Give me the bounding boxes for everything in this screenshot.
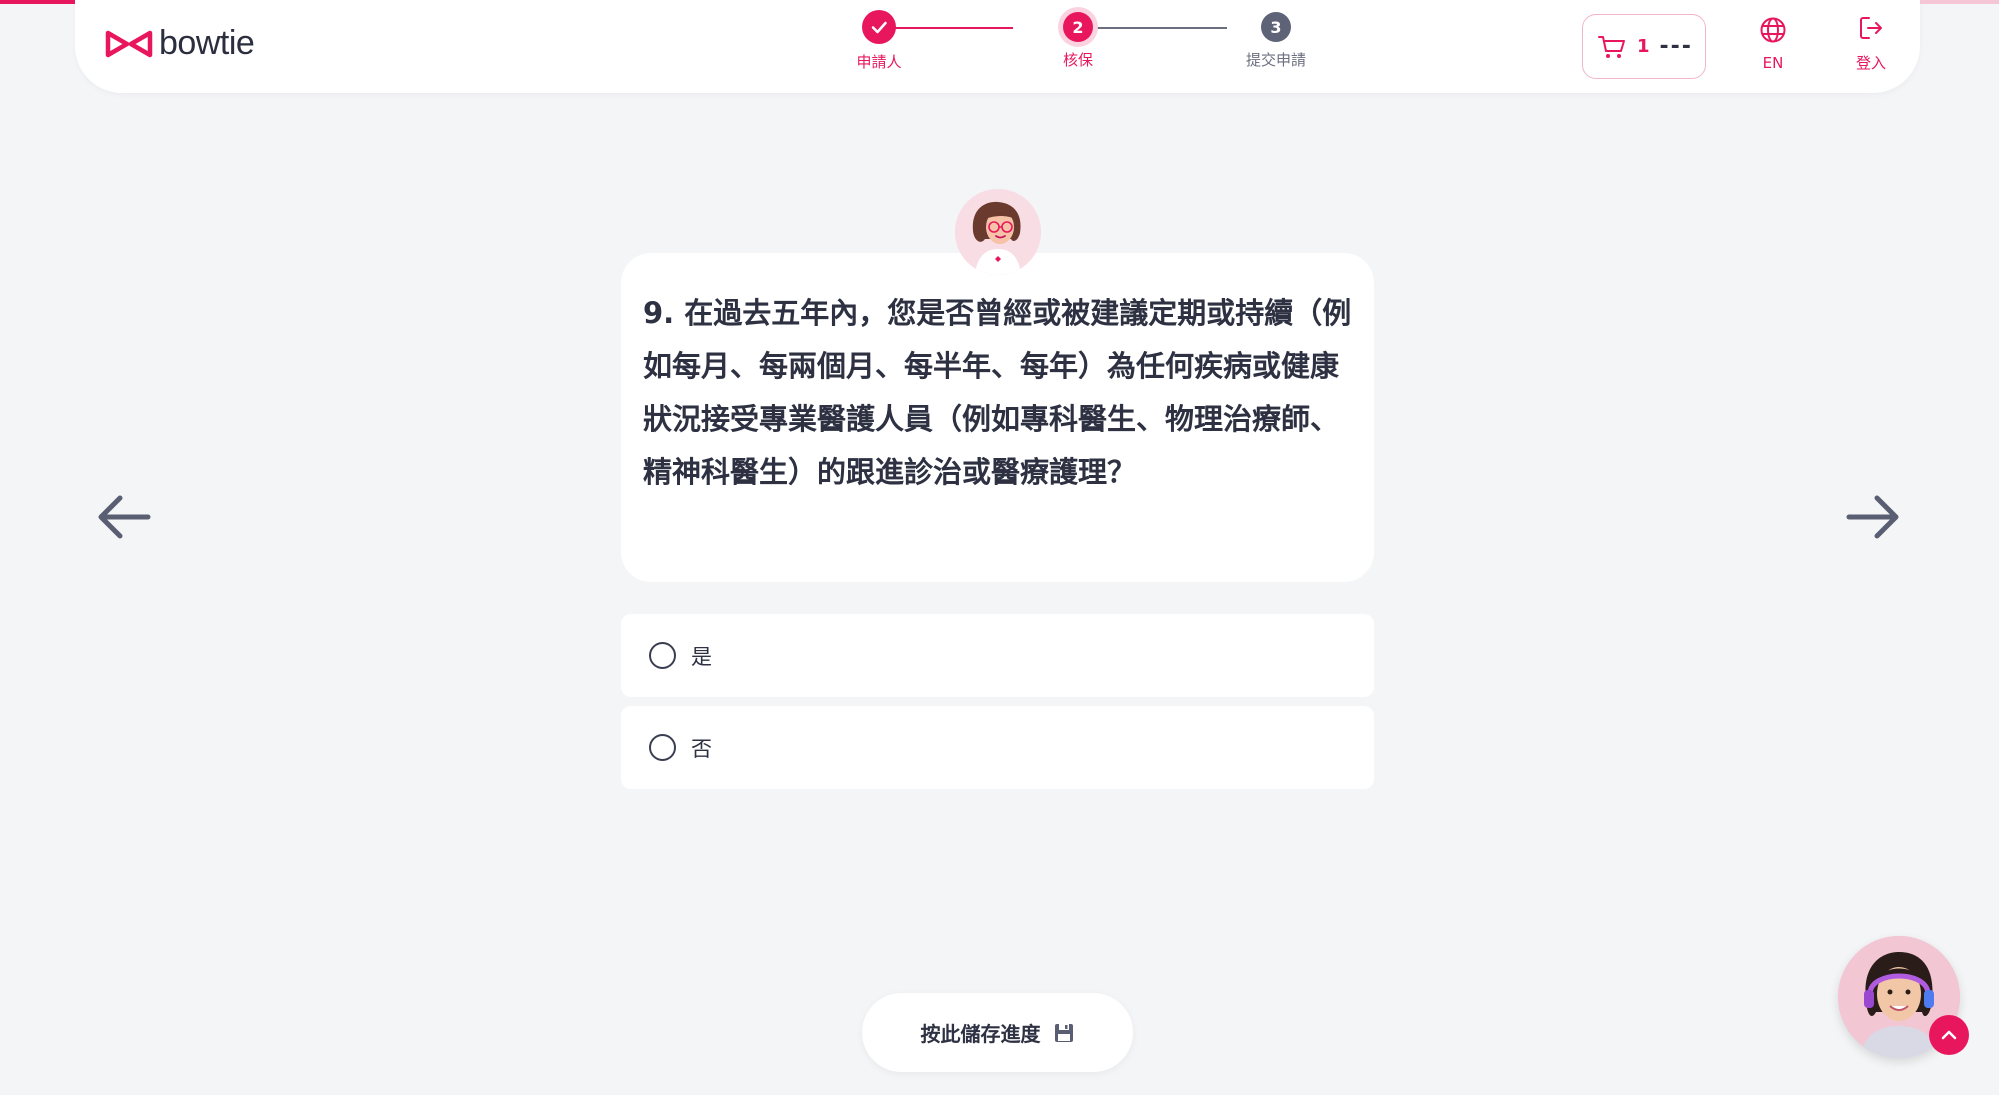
save-disk-icon: [1054, 1023, 1073, 1042]
save-progress-button[interactable]: 按此儲存進度: [862, 993, 1133, 1072]
step-submit: 3 提交申請: [1206, 10, 1346, 70]
step-done-indicator: [862, 10, 896, 44]
language-label: EN: [1762, 54, 1784, 72]
radio-button[interactable]: [649, 642, 676, 669]
scroll-top-button[interactable]: [1929, 1015, 1969, 1055]
header: bowtie 申請人 2 核保 3 提交申請 1 --- EN 登入: [75, 0, 1920, 93]
step-applicant: 申請人: [809, 10, 949, 72]
login-label: 登入: [1855, 54, 1886, 72]
step-number: 2: [1063, 12, 1093, 42]
step-number: 3: [1261, 12, 1291, 42]
option-label: 是: [691, 644, 712, 669]
cart-button[interactable]: 1 ---: [1582, 14, 1706, 79]
arrow-left-icon[interactable]: [94, 487, 154, 547]
application-stepper: 申請人 2 核保 3 提交申請: [775, 10, 1315, 80]
option-label: 否: [691, 736, 712, 761]
cart-count: 1: [1637, 36, 1650, 57]
brand-name: bowtie: [159, 24, 255, 62]
step-label: 申請人: [856, 53, 902, 71]
check-icon: [871, 21, 887, 34]
assistant-illustration: [955, 189, 1041, 275]
question-card: 9. 在過去五年內，您是否曾經或被建議定期或持續（例如每月、每兩個月、每半年、每…: [621, 253, 1374, 582]
chevron-up-icon: [1941, 1030, 1957, 1040]
arrow-right-icon[interactable]: [1843, 487, 1903, 547]
step-label: 核保: [1062, 51, 1093, 69]
bowtie-logo-icon: [105, 30, 153, 57]
login-button[interactable]: 登入: [1841, 14, 1901, 73]
globe-icon: [1760, 17, 1786, 43]
assistant-avatar: [955, 189, 1041, 275]
cart-icon: [1598, 35, 1625, 58]
save-progress-label: 按此儲存進度: [920, 1022, 1041, 1046]
cart-total: ---: [1659, 34, 1693, 59]
language-switch[interactable]: EN: [1743, 16, 1803, 72]
logout-icon: [1860, 17, 1882, 39]
step-underwriting: 2 核保: [1008, 10, 1148, 70]
option-yes[interactable]: 是: [621, 614, 1374, 697]
radio-button[interactable]: [649, 734, 676, 761]
question-text: 9. 在過去五年內，您是否曾經或被建議定期或持續（例如每月、每兩個月、每半年、每…: [643, 296, 1352, 489]
step-label: 提交申請: [1245, 51, 1306, 69]
brand-logo[interactable]: bowtie: [105, 24, 255, 63]
option-no[interactable]: 否: [621, 706, 1374, 789]
